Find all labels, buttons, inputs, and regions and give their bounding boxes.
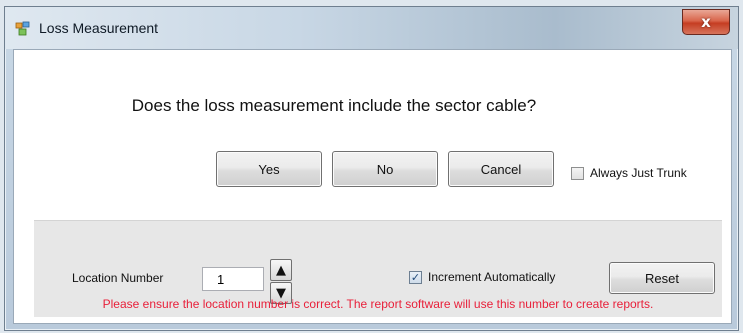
increment-automatically-checkbox[interactable]: ✓	[409, 271, 422, 284]
close-icon: x	[701, 13, 711, 31]
no-button[interactable]: No	[332, 151, 438, 187]
app-window-icon	[15, 21, 30, 36]
always-just-trunk-checkbox[interactable]	[571, 167, 584, 180]
reset-button[interactable]: Reset	[609, 262, 715, 294]
question-text: Does the loss measurement include the se…	[131, 96, 537, 115]
location-number-input[interactable]: 1	[202, 267, 264, 291]
location-number-label: Location Number	[72, 271, 164, 285]
loss-measurement-dialog: Loss Measurement x Does the loss measure…	[4, 6, 739, 331]
location-spin-up-button[interactable]: ▲	[270, 259, 292, 281]
increment-automatically-label[interactable]: Increment Automatically	[428, 270, 555, 284]
always-just-trunk-label[interactable]: Always Just Trunk	[590, 166, 687, 180]
title-bar[interactable]: Loss Measurement x	[5, 7, 738, 49]
dialog-body: Does the loss measurement include the se…	[13, 49, 732, 324]
cancel-button[interactable]: Cancel	[448, 151, 554, 187]
close-button[interactable]: x	[682, 9, 730, 35]
arrow-up-icon: ▲	[276, 262, 286, 278]
window-title: Loss Measurement	[39, 20, 159, 36]
yes-button[interactable]: Yes	[216, 151, 322, 187]
checkmark-icon: ✓	[410, 271, 421, 284]
location-panel: Location Number 1 ▲ ▼ ✓ Increment Automa…	[34, 220, 722, 317]
location-warning-text: Please ensure the location number is cor…	[102, 297, 654, 311]
